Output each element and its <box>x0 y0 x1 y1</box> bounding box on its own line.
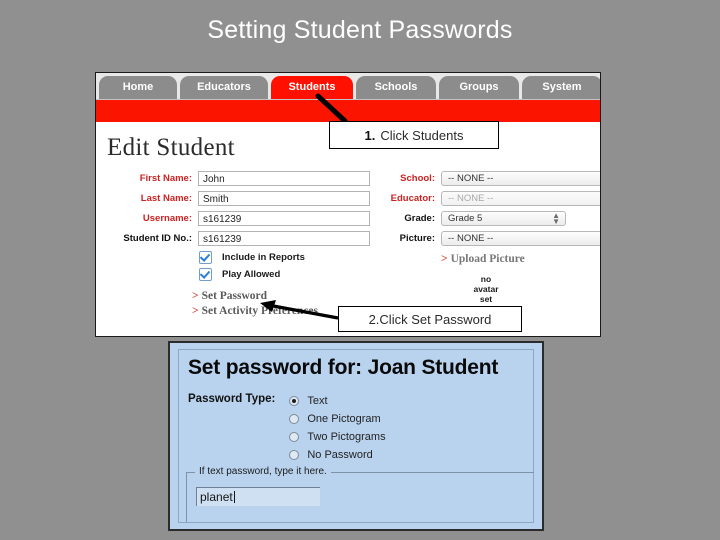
password-fieldset: If text password, type it here. planet <box>186 466 534 522</box>
callout-step-1: 1. Click Students <box>329 121 499 149</box>
radio-icon-two-pictograms[interactable] <box>289 431 300 442</box>
password-type-group: Password Type: Text One Pictogram Two Pi… <box>188 392 386 464</box>
password-input[interactable]: planet <box>196 487 320 506</box>
radio-label-one-pictogram: One Pictogram <box>307 412 381 425</box>
arrow-to-students-tab <box>315 93 348 124</box>
password-type-options: Text One Pictogram Two Pictograms No Pas… <box>289 392 386 464</box>
text-cursor <box>233 491 235 503</box>
radio-label-text: Text <box>307 394 328 407</box>
radio-row-text[interactable]: Text <box>289 392 385 409</box>
radio-icon-text[interactable] <box>289 395 300 406</box>
dialog-title: Set password for: Joan Student <box>188 356 499 379</box>
set-password-dialog: Set password for: Joan Student Password … <box>168 341 544 531</box>
radio-icon-no-password[interactable] <box>289 449 300 460</box>
radio-row-one-pictogram[interactable]: One Pictogram <box>289 410 385 427</box>
radio-label-two-pictograms: Two Pictograms <box>307 430 386 443</box>
radio-row-no-password[interactable]: No Password <box>289 446 385 463</box>
dialog-inner-frame: Set password for: Joan Student Password … <box>178 349 534 523</box>
password-type-label: Password Type: <box>188 393 276 405</box>
callout-step-1-text: Click Students <box>380 127 464 143</box>
arrow-head-set-password <box>260 300 276 312</box>
callout-step-1-number: 1. <box>364 127 376 143</box>
radio-icon-one-pictogram[interactable] <box>289 413 300 424</box>
arrow-to-set-password-link <box>267 303 339 320</box>
callout-step-2-text: 2.Click Set Password <box>368 311 492 327</box>
callout-step-2: 2.Click Set Password <box>338 306 522 332</box>
radio-label-no-password: No Password <box>307 448 373 461</box>
password-input-value: planet <box>200 490 233 504</box>
password-fieldset-legend: If text password, type it here. <box>195 466 331 477</box>
radio-row-two-pictograms[interactable]: Two Pictograms <box>289 428 386 445</box>
